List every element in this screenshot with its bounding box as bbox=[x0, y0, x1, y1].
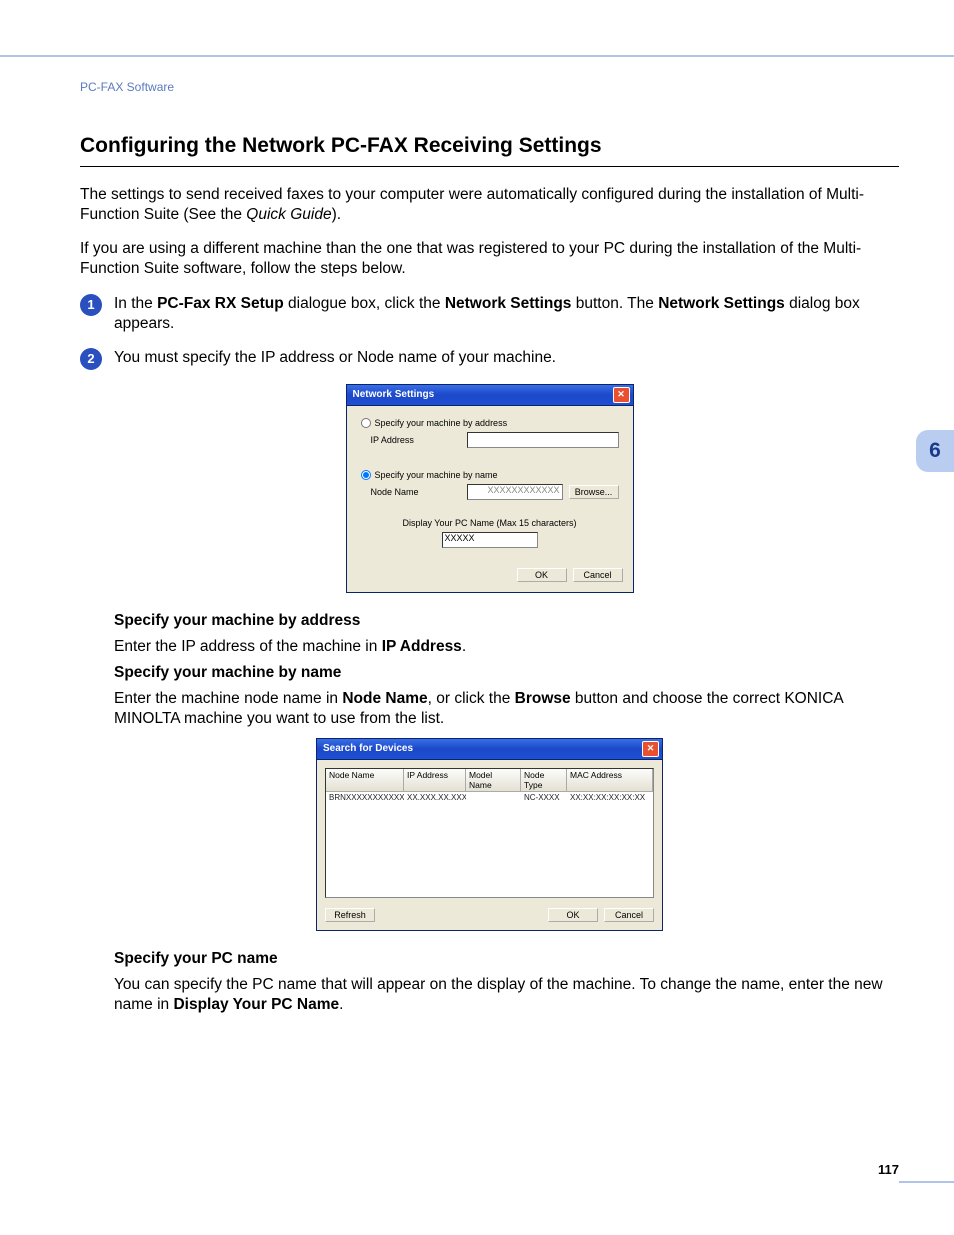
text: The settings to send received faxes to y… bbox=[80, 186, 864, 223]
step-2-text: You must specify the IP address or Node … bbox=[114, 348, 899, 370]
dialog-title: Network Settings bbox=[353, 389, 435, 400]
header-rule bbox=[0, 55, 954, 57]
bold: Browse bbox=[515, 690, 571, 707]
breadcrumb: PC-FAX Software bbox=[80, 80, 899, 94]
section-head-pcname: Specify your PC name bbox=[114, 949, 899, 969]
col-model-name[interactable]: Model Name bbox=[466, 769, 521, 791]
text: . bbox=[462, 638, 466, 655]
step-number-2: 2 bbox=[80, 348, 102, 370]
cell: NC-XXXX bbox=[521, 792, 567, 803]
section-body-name: Enter the machine node name in Node Name… bbox=[114, 689, 899, 729]
text: ). bbox=[332, 206, 341, 223]
radio-by-name[interactable] bbox=[361, 470, 371, 480]
cell: XX.XXX.XX.XXX bbox=[404, 792, 466, 803]
step-number-1: 1 bbox=[80, 294, 102, 316]
search-devices-dialog: Search for Devices ✕ Node Name IP Addres… bbox=[316, 738, 663, 931]
cell bbox=[466, 792, 521, 803]
node-name-input[interactable]: XXXXXXXXXXXX bbox=[467, 484, 563, 500]
table-row[interactable]: BRNXXXXXXXXXXXX XX.XXX.XX.XXX NC-XXXX XX… bbox=[326, 792, 653, 803]
text: button. The bbox=[571, 295, 658, 312]
step-1: 1 In the PC-Fax RX Setup dialogue box, c… bbox=[80, 294, 899, 334]
dialog-titlebar: Network Settings ✕ bbox=[347, 385, 633, 406]
intro-paragraph-1: The settings to send received faxes to y… bbox=[80, 185, 899, 225]
bold: Display Your PC Name bbox=[173, 996, 339, 1013]
step-2: 2 You must specify the IP address or Nod… bbox=[80, 348, 899, 370]
radio-by-address[interactable] bbox=[361, 418, 371, 428]
page-number: 117 bbox=[878, 1162, 899, 1177]
cell: XX:XX:XX:XX:XX:XX bbox=[567, 792, 653, 803]
label-by-name: Specify your machine by name bbox=[375, 470, 498, 480]
bold: Network Settings bbox=[445, 295, 572, 312]
intro-paragraph-2: If you are using a different machine tha… bbox=[80, 239, 899, 279]
dialog2-title: Search for Devices bbox=[323, 743, 413, 754]
chapter-tab: 6 bbox=[916, 430, 954, 472]
col-node-name[interactable]: Node Name bbox=[326, 769, 404, 791]
page-title: Configuring the Network PC-FAX Receiving… bbox=[80, 134, 899, 158]
col-node-type[interactable]: Node Type bbox=[521, 769, 567, 791]
bold: IP Address bbox=[382, 638, 462, 655]
text: In the bbox=[114, 295, 157, 312]
text: Enter the machine node name in bbox=[114, 690, 342, 707]
section-body-address: Enter the IP address of the machine in I… bbox=[114, 637, 899, 657]
bold: Network Settings bbox=[658, 295, 785, 312]
section-head-address: Specify your machine by address bbox=[114, 611, 899, 631]
label-node: Node Name bbox=[361, 487, 461, 497]
dialog2-titlebar: Search for Devices ✕ bbox=[317, 739, 662, 760]
browse-button[interactable]: Browse... bbox=[569, 485, 619, 499]
bold: Node Name bbox=[342, 690, 427, 707]
label-pc-name: Display Your PC Name (Max 15 characters) bbox=[361, 518, 619, 528]
label-by-address: Specify your machine by address bbox=[375, 418, 508, 428]
cancel-button[interactable]: Cancel bbox=[573, 568, 623, 582]
ok-button[interactable]: OK bbox=[517, 568, 567, 582]
label-ip: IP Address bbox=[361, 435, 461, 445]
bold: PC-Fax RX Setup bbox=[157, 295, 284, 312]
step-1-text: In the PC-Fax RX Setup dialogue box, cli… bbox=[114, 294, 899, 334]
col-mac-address[interactable]: MAC Address bbox=[567, 769, 653, 791]
refresh-button[interactable]: Refresh bbox=[325, 908, 375, 922]
col-ip-address[interactable]: IP Address bbox=[404, 769, 466, 791]
cell: BRNXXXXXXXXXXXX bbox=[326, 792, 404, 803]
ok-button[interactable]: OK bbox=[548, 908, 598, 922]
italic: Quick Guide bbox=[246, 206, 331, 223]
section-body-pcname: You can specify the PC name that will ap… bbox=[114, 975, 899, 1015]
section-head-name: Specify your machine by name bbox=[114, 663, 899, 683]
close-icon[interactable]: ✕ bbox=[613, 387, 630, 403]
text: Enter the IP address of the machine in bbox=[114, 638, 382, 655]
ip-address-input[interactable] bbox=[467, 432, 619, 448]
text: , or click the bbox=[428, 690, 515, 707]
close-icon[interactable]: ✕ bbox=[642, 741, 659, 757]
text: . bbox=[339, 996, 343, 1013]
title-rule bbox=[80, 166, 899, 167]
cancel-button[interactable]: Cancel bbox=[604, 908, 654, 922]
footer-rule bbox=[899, 1181, 954, 1183]
text: dialogue box, click the bbox=[284, 295, 445, 312]
network-settings-dialog: Network Settings ✕ Specify your machine … bbox=[346, 384, 634, 593]
device-list[interactable]: Node Name IP Address Model Name Node Typ… bbox=[325, 768, 654, 898]
pc-name-input[interactable]: XXXXX bbox=[442, 532, 538, 548]
